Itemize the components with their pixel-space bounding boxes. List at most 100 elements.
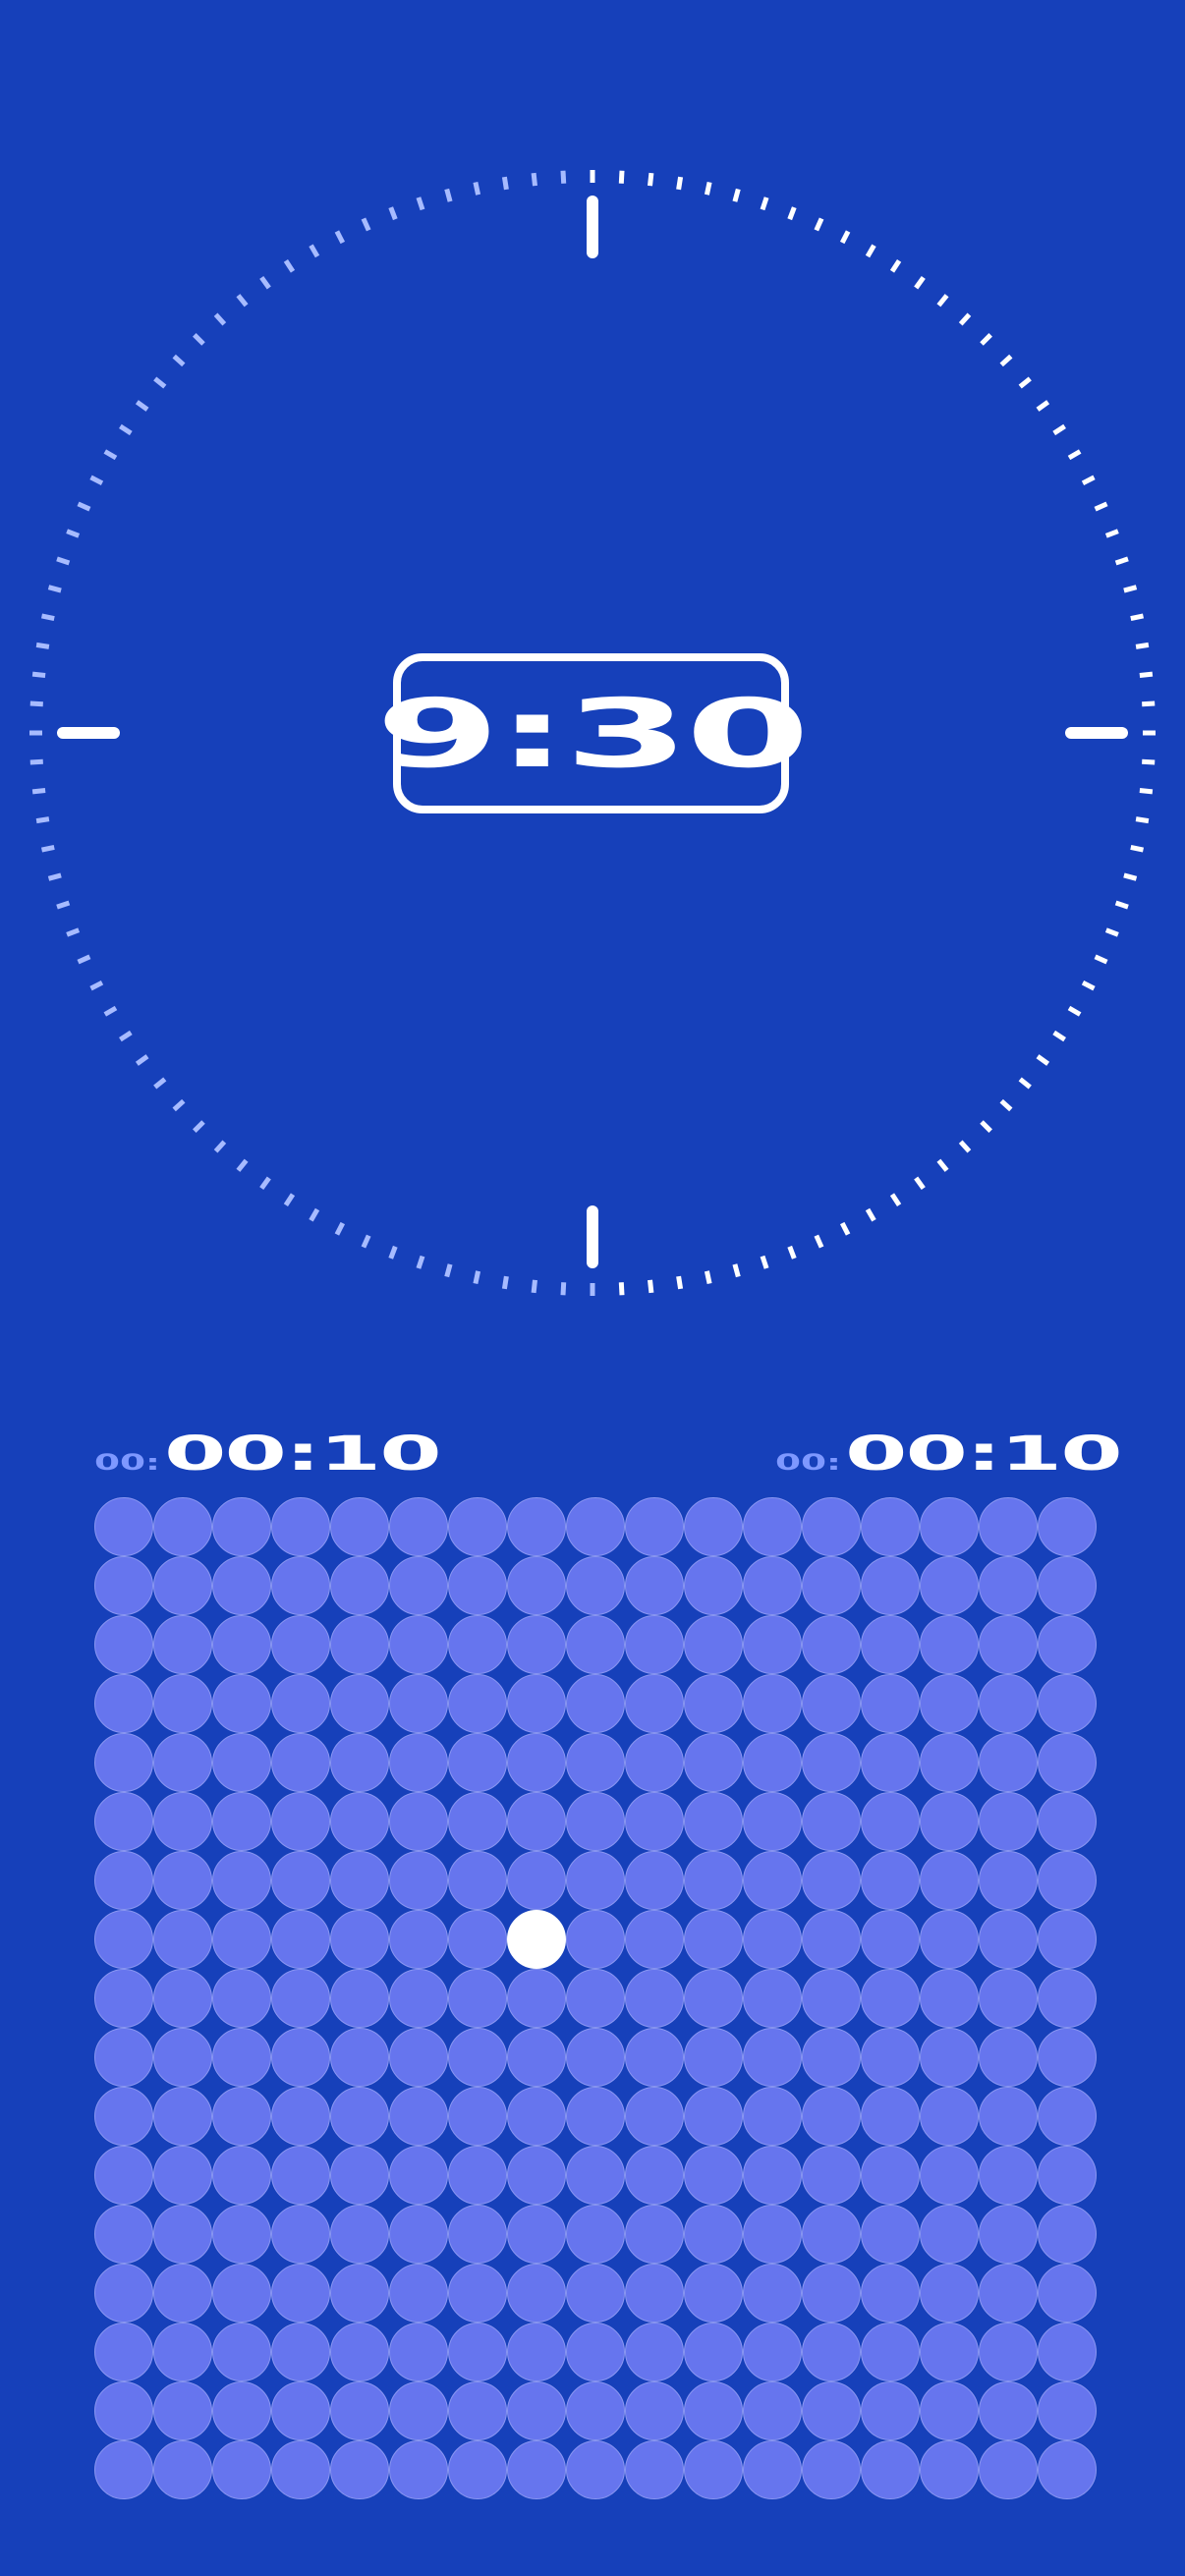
grid-dot[interactable]: [743, 2205, 802, 2264]
grid-dot[interactable]: [743, 2381, 802, 2440]
grid-dot[interactable]: [94, 2440, 153, 2499]
grid-dot[interactable]: [625, 1556, 684, 1615]
grid-dot[interactable]: [507, 1851, 566, 1910]
grid-dot[interactable]: [920, 1615, 979, 1674]
grid-dot[interactable]: [979, 2205, 1038, 2264]
grid-dot[interactable]: [979, 1910, 1038, 1969]
grid-dot[interactable]: [212, 1969, 271, 2028]
grid-dot[interactable]: [625, 2087, 684, 2146]
grid-dot[interactable]: [212, 1851, 271, 1910]
grid-dot[interactable]: [566, 2381, 625, 2440]
grid-dot[interactable]: [94, 1556, 153, 1615]
grid-dot[interactable]: [330, 1969, 389, 2028]
grid-dot[interactable]: [743, 2264, 802, 2323]
grid-dot[interactable]: [1038, 2323, 1097, 2381]
grid-dot[interactable]: [802, 2205, 861, 2264]
grid-dot[interactable]: [566, 2264, 625, 2323]
grid-dot[interactable]: [153, 2087, 212, 2146]
grid-dot[interactable]: [271, 1733, 330, 1792]
grid-dot[interactable]: [861, 1556, 920, 1615]
grid-dot[interactable]: [94, 1615, 153, 1674]
grid-dot[interactable]: [920, 1969, 979, 2028]
grid-dot[interactable]: [566, 1733, 625, 1792]
grid-dot[interactable]: [920, 2440, 979, 2499]
grid-dot[interactable]: [684, 2146, 743, 2205]
grid-dot[interactable]: [271, 2146, 330, 2205]
grid-dot[interactable]: [507, 1969, 566, 2028]
grid-dot[interactable]: [212, 2440, 271, 2499]
grid-dot[interactable]: [94, 1733, 153, 1792]
grid-dot[interactable]: [1038, 2381, 1097, 2440]
grid-dot[interactable]: [743, 2087, 802, 2146]
grid-dot[interactable]: [153, 1969, 212, 2028]
grid-dot[interactable]: [684, 2028, 743, 2087]
grid-dot[interactable]: [1038, 2440, 1097, 2499]
grid-dot[interactable]: [625, 1792, 684, 1851]
grid-dot[interactable]: [625, 1851, 684, 1910]
grid-dot[interactable]: [153, 1851, 212, 1910]
grid-dot[interactable]: [448, 2028, 507, 2087]
grid-dot[interactable]: [625, 1969, 684, 2028]
grid-dot[interactable]: [566, 2323, 625, 2381]
grid-dot[interactable]: [448, 1556, 507, 1615]
grid-dot[interactable]: [389, 1556, 448, 1615]
grid-dot[interactable]: [566, 1674, 625, 1733]
grid-dot[interactable]: [979, 1733, 1038, 1792]
dot-grid[interactable]: [94, 1497, 1097, 2499]
grid-dot[interactable]: [684, 1556, 743, 1615]
grid-dot[interactable]: [566, 1792, 625, 1851]
grid-dot[interactable]: [566, 2087, 625, 2146]
grid-dot[interactable]: [802, 2264, 861, 2323]
grid-dot[interactable]: [979, 2028, 1038, 2087]
grid-dot[interactable]: [448, 2146, 507, 2205]
grid-dot[interactable]: [389, 1674, 448, 1733]
grid-dot[interactable]: [271, 1792, 330, 1851]
grid-dot[interactable]: [1038, 1497, 1097, 1556]
grid-dot[interactable]: [684, 2264, 743, 2323]
grid-dot[interactable]: [920, 1674, 979, 1733]
grid-dot[interactable]: [1038, 1674, 1097, 1733]
grid-dot[interactable]: [153, 1615, 212, 1674]
grid-dot[interactable]: [861, 1497, 920, 1556]
grid-dot[interactable]: [153, 2205, 212, 2264]
grid-dot[interactable]: [684, 2205, 743, 2264]
grid-dot[interactable]: [684, 1674, 743, 1733]
grid-dot[interactable]: [153, 1733, 212, 1792]
grid-dot[interactable]: [330, 1556, 389, 1615]
grid-dot[interactable]: [94, 1497, 153, 1556]
grid-dot[interactable]: [861, 1851, 920, 1910]
grid-dot[interactable]: [920, 1792, 979, 1851]
grid-dot[interactable]: [212, 1556, 271, 1615]
grid-dot[interactable]: [743, 1674, 802, 1733]
grid-dot[interactable]: [507, 2440, 566, 2499]
grid-dot[interactable]: [979, 2440, 1038, 2499]
grid-dot[interactable]: [566, 2028, 625, 2087]
grid-dot[interactable]: [212, 1910, 271, 1969]
grid-dot[interactable]: [625, 1733, 684, 1792]
grid-dot[interactable]: [625, 2323, 684, 2381]
grid-dot[interactable]: [566, 2146, 625, 2205]
grid-dot[interactable]: [448, 2381, 507, 2440]
grid-dot[interactable]: [861, 1910, 920, 1969]
grid-dot[interactable]: [920, 2381, 979, 2440]
grid-dot[interactable]: [743, 2028, 802, 2087]
grid-dot[interactable]: [389, 2028, 448, 2087]
grid-dot[interactable]: [94, 2264, 153, 2323]
grid-dot[interactable]: [684, 1497, 743, 1556]
grid-dot[interactable]: [271, 1851, 330, 1910]
grid-dot[interactable]: [566, 1556, 625, 1615]
grid-dot[interactable]: [566, 1910, 625, 1969]
grid-dot[interactable]: [94, 2087, 153, 2146]
time-display[interactable]: 9:30: [375, 653, 811, 813]
grid-dot[interactable]: [330, 2323, 389, 2381]
grid-dot[interactable]: [802, 2146, 861, 2205]
grid-dot[interactable]: [330, 1615, 389, 1674]
grid-dot[interactable]: [389, 1497, 448, 1556]
grid-dot[interactable]: [861, 2440, 920, 2499]
grid-dot[interactable]: [566, 1615, 625, 1674]
grid-dot[interactable]: [743, 1497, 802, 1556]
grid-dot[interactable]: [153, 2146, 212, 2205]
grid-dot[interactable]: [861, 1733, 920, 1792]
grid-dot[interactable]: [94, 1969, 153, 2028]
grid-dot[interactable]: [507, 2146, 566, 2205]
